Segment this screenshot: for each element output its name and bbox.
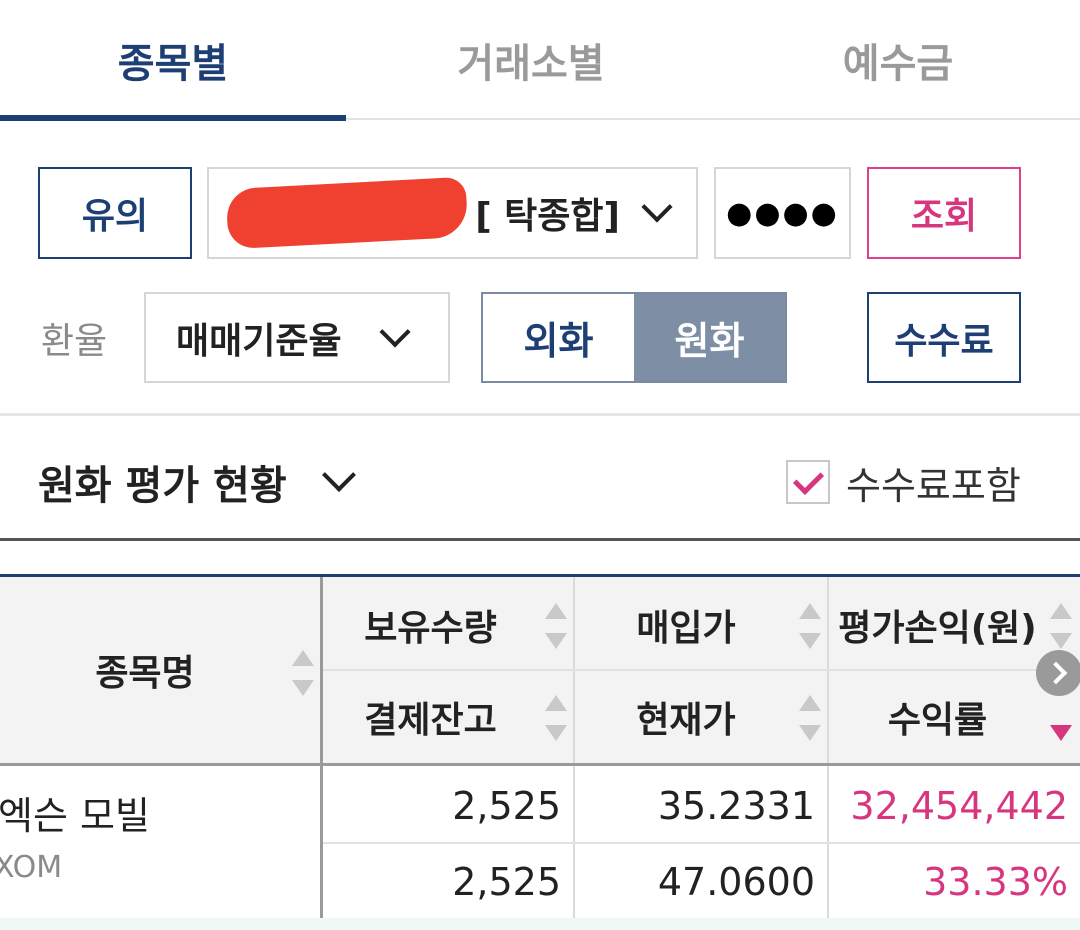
quantity-cell: 2,525 — [452, 784, 561, 828]
sort-icon[interactable] — [545, 603, 567, 649]
stock-name[interactable]: 엑슨 모빌 — [0, 785, 150, 840]
next-row-peek — [0, 918, 1080, 930]
notice-button[interactable]: 유의 — [38, 167, 192, 259]
include-fee-label[interactable]: 수수료포함 — [846, 455, 1021, 509]
buy-price-cell: 35.2331 — [657, 784, 815, 828]
sort-icon-active[interactable] — [1050, 695, 1072, 741]
checkmark-icon — [792, 463, 824, 495]
settled-cell: 2,525 — [452, 860, 561, 904]
valuation-dropdown[interactable]: 원화 평가 현황 — [38, 450, 356, 514]
chevron-down-icon — [379, 315, 411, 348]
include-fee-checkbox[interactable] — [786, 460, 830, 504]
sort-icon[interactable] — [545, 695, 567, 741]
header-name[interactable]: 종목명 — [0, 577, 290, 763]
return-rate-cell: 33.33% — [923, 860, 1068, 904]
exchange-rate-label: 환율 — [40, 321, 108, 362]
account-select[interactable]: [ 탁종합] — [207, 167, 698, 259]
redaction-mark — [225, 176, 469, 250]
pnl-cell: 32,454,442 — [850, 784, 1068, 828]
chevron-down-icon — [641, 191, 673, 223]
stock-code: XOM — [0, 850, 63, 885]
section-title: 원화 평가 현황 — [38, 463, 287, 509]
header-bottom-border — [0, 763, 1080, 766]
column-divider — [573, 577, 575, 930]
currency-toggle[interactable]: 외화 원화 — [481, 292, 787, 383]
section-bottom-line — [0, 538, 1080, 541]
exchange-rate-select[interactable]: 매매기준율 — [144, 292, 450, 383]
sort-icon[interactable] — [799, 695, 821, 741]
sort-icon[interactable] — [292, 650, 314, 696]
tab-deposit[interactable]: 예수금 — [716, 0, 1080, 120]
header-buy-price[interactable]: 매입가 — [576, 580, 796, 669]
scroll-right-icon[interactable] — [1036, 650, 1080, 696]
sort-icon[interactable] — [799, 603, 821, 649]
tab-by-stock[interactable]: 종목별 — [0, 0, 346, 120]
header-current-price[interactable]: 현재가 — [576, 671, 796, 763]
section-divider — [0, 413, 1080, 416]
current-price-cell: 47.0600 — [657, 860, 815, 904]
password-field[interactable]: ●●●● — [714, 167, 851, 259]
header-settled[interactable]: 결제잔고 — [323, 671, 538, 763]
foreign-currency-option[interactable]: 외화 — [483, 294, 634, 381]
won-currency-option[interactable]: 원화 — [634, 294, 785, 381]
tab-by-exchange[interactable]: 거래소별 — [346, 0, 716, 120]
active-tab-indicator — [0, 115, 346, 121]
sort-icon[interactable] — [1050, 603, 1072, 649]
exchange-rate-value: 매매기준율 — [176, 320, 342, 362]
password-mask: ●●●● — [726, 195, 839, 231]
account-select-value: [ 탁종합] — [475, 196, 620, 237]
header-pnl[interactable]: 평가손익(원) — [830, 580, 1045, 669]
search-button[interactable]: 조회 — [867, 167, 1021, 259]
column-divider — [827, 577, 829, 930]
fee-button[interactable]: 수수료 — [867, 292, 1021, 383]
header-return-rate[interactable]: 수익률 — [830, 671, 1045, 763]
header-name-label: 종목명 — [95, 653, 195, 694]
row-divider — [323, 842, 1080, 844]
header-quantity[interactable]: 보유수량 — [323, 580, 538, 669]
chevron-down-icon — [321, 458, 356, 492]
